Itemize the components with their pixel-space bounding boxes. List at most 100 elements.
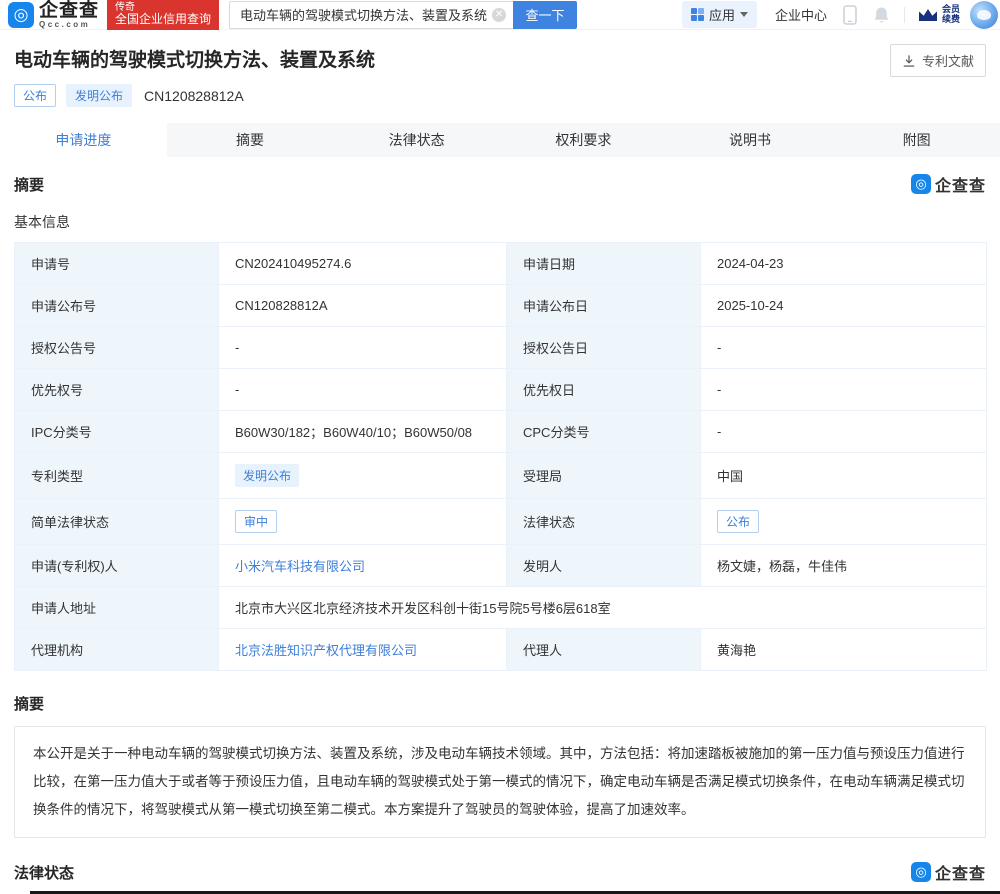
field-label: 发明人	[507, 545, 701, 587]
header-divider	[904, 7, 905, 23]
field-value: 小米汽车科技有限公司	[219, 545, 507, 587]
value-text: 2025-10-24	[717, 298, 784, 313]
field-value: 2025-10-24	[701, 285, 987, 327]
field-value: -	[219, 327, 507, 369]
tab-0[interactable]: 申请进度	[0, 123, 167, 157]
field-value: -	[701, 411, 987, 453]
qcc-watermark-text: 企查查	[935, 172, 986, 196]
field-value: -	[701, 327, 987, 369]
field-label: CPC分类号	[507, 411, 701, 453]
value-text: CN120828812A	[235, 298, 328, 313]
apps-grid-icon	[691, 8, 704, 21]
value-text: 黄海艳	[717, 643, 756, 658]
field-label: 授权公告号	[15, 327, 219, 369]
field-label: 申请人地址	[15, 587, 219, 629]
qcc-watermark-text-2: 企查查	[935, 860, 986, 884]
tab-5[interactable]: 附图	[833, 123, 1000, 157]
table-row: 简单法律状态审中法律状态公布	[15, 499, 987, 545]
detail-tabs: 申请进度摘要法律状态权利要求说明书附图	[0, 123, 1000, 157]
qcc-watermark: ◎ 企查查	[911, 172, 986, 196]
field-value: CN202410495274.6	[219, 243, 507, 285]
patent-detail-page: ◎ 企查查 Qcc.com 传奇 全国企业信用查询 ✕ 查一下 应用 企业	[0, 0, 1000, 894]
value-text: -	[235, 340, 239, 355]
notification-bell-icon[interactable]	[873, 6, 890, 24]
abstract-text: 本公开是关于一种电动车辆的驾驶模式切换方法、装置及系统，涉及电动车辆技术领域。其…	[14, 726, 986, 838]
slogan-line2: 全国企业信用查询	[115, 13, 211, 27]
section-title-legal: 法律状态	[14, 862, 74, 883]
field-label: 优先权日	[507, 369, 701, 411]
field-value: 杨文婕，杨磊，牛佳伟	[701, 545, 987, 587]
field-value: 黄海艳	[701, 629, 987, 671]
field-label: 申请日期	[507, 243, 701, 285]
field-value: 2024-04-23	[701, 243, 987, 285]
brand-slogan-badge: 传奇 全国企业信用查询	[107, 0, 219, 30]
brand-domain: Qcc.com	[39, 21, 99, 29]
download-icon	[902, 54, 916, 68]
qcc-logo-icon: ◎	[8, 2, 34, 28]
apps-menu[interactable]: 应用	[682, 1, 757, 28]
field-value: 发明公布	[219, 453, 507, 499]
field-value: 审中	[219, 499, 507, 545]
value-text: 北京市大兴区北京经济技术开发区科创十街15号院5号楼6层618室	[235, 601, 611, 616]
table-row: IPC分类号B60W30/182；B60W40/10；B60W50/08CPC分…	[15, 411, 987, 453]
search-input[interactable]	[229, 1, 513, 29]
tab-3[interactable]: 权利要求	[500, 123, 667, 157]
tab-4[interactable]: 说明书	[667, 123, 834, 157]
field-value: -	[701, 369, 987, 411]
search-button[interactable]: 查一下	[513, 1, 577, 29]
value-text: -	[717, 340, 721, 355]
field-value: 北京市大兴区北京经济技术开发区科创十街15号院5号楼6层618室	[219, 587, 987, 629]
value-badge: 发明公布	[235, 464, 299, 487]
table-row: 优先权号-优先权日-	[15, 369, 987, 411]
field-label: IPC分类号	[15, 411, 219, 453]
field-label: 申请号	[15, 243, 219, 285]
value-text: CN202410495274.6	[235, 256, 351, 271]
field-label: 代理人	[507, 629, 701, 671]
tab-2[interactable]: 法律状态	[333, 123, 500, 157]
field-label: 法律状态	[507, 499, 701, 545]
table-row: 代理机构 北京法胜知识产权代理有限公司 代理人 黄海艳	[15, 629, 987, 671]
table-row: 申请号 CN202410495274.6 申请日期 2024-04-23	[15, 243, 987, 285]
value-text: 2024-04-23	[717, 256, 784, 271]
table-row: 申请人地址 北京市大兴区北京经济技术开发区科创十街15号院5号楼6层618室	[15, 587, 987, 629]
mobile-app-icon[interactable]	[843, 5, 857, 25]
field-value: 公布	[701, 499, 987, 545]
value-badge: 公布	[717, 510, 759, 533]
table-row: 申请(专利权)人小米汽车科技有限公司发明人杨文婕，杨磊，牛佳伟	[15, 545, 987, 587]
abstract-heading: 摘要	[0, 671, 1000, 726]
field-value: -	[219, 369, 507, 411]
field-label: 代理机构	[15, 629, 219, 671]
chevron-down-icon	[740, 12, 748, 17]
vip-renew-button[interactable]: 会员 续费	[917, 5, 960, 25]
user-avatar[interactable]	[970, 1, 998, 29]
enterprise-center-link[interactable]: 企业中心	[775, 5, 827, 24]
brand-name: 企查查	[39, 1, 99, 20]
top-header: ◎ 企查查 Qcc.com 传奇 全国企业信用查询 ✕ 查一下 应用 企业	[0, 0, 1000, 30]
tab-1[interactable]: 摘要	[167, 123, 334, 157]
value-text: 杨文婕，杨磊，牛佳伟	[717, 559, 847, 574]
value-text: -	[717, 424, 721, 439]
publication-number: CN120828812A	[144, 88, 244, 104]
field-label: 简单法律状态	[15, 499, 219, 545]
patent-title-bar: 电动车辆的驾驶模式切换方法、装置及系统 公布 发明公布 CN120828812A…	[0, 30, 1000, 123]
table-row: 授权公告号 - 授权公告日 -	[15, 327, 987, 369]
field-value: CN120828812A	[219, 285, 507, 327]
field-value: 北京法胜知识产权代理有限公司	[219, 629, 507, 671]
patent-document-button[interactable]: 专利文献	[890, 44, 986, 77]
vip-line2: 续费	[942, 15, 960, 25]
basic-info-heading: 基本信息	[0, 196, 1000, 242]
status-badge-publish: 公布	[14, 84, 56, 107]
qcc-watermark-icon: ◎	[911, 174, 931, 194]
table-row: 专利类型发明公布受理局中国	[15, 453, 987, 499]
field-label: 授权公告日	[507, 327, 701, 369]
field-value: 中国	[701, 453, 987, 499]
value-text: -	[235, 382, 239, 397]
qcc-logo[interactable]: ◎ 企查查 Qcc.com 传奇 全国企业信用查询	[8, 0, 219, 30]
page-title: 电动车辆的驾驶模式切换方法、装置及系统	[14, 45, 986, 72]
field-label: 专利类型	[15, 453, 219, 499]
value-text: 中国	[717, 469, 743, 484]
company-link[interactable]: 北京法胜知识产权代理有限公司	[235, 643, 417, 658]
apps-label: 应用	[709, 5, 735, 24]
search-clear-icon[interactable]: ✕	[492, 8, 506, 22]
company-link[interactable]: 小米汽车科技有限公司	[235, 559, 365, 574]
